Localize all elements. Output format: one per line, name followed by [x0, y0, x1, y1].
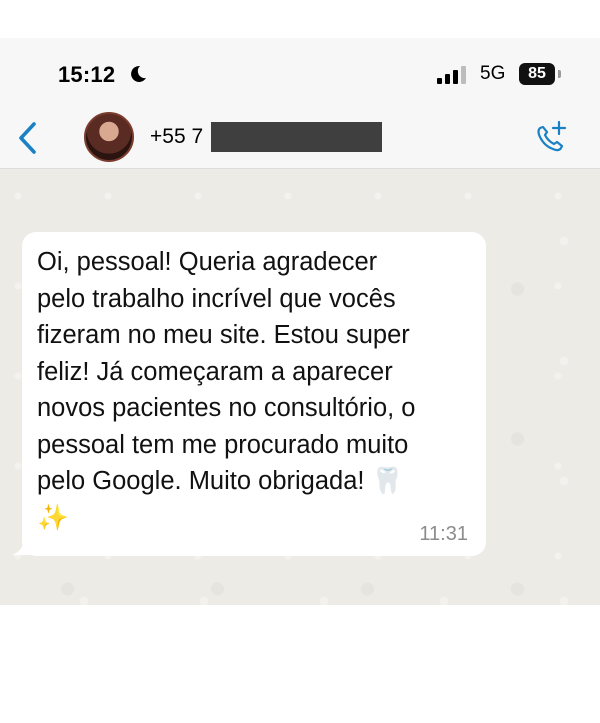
battery-indicator: 85 [519, 63, 555, 85]
avatar[interactable] [84, 112, 134, 162]
network-type: 5G [480, 63, 506, 84]
status-time: 15:12 [58, 62, 116, 87]
signal-icon [437, 66, 466, 84]
message-text: Oi, pessoal! Queria agradecer pelo traba… [37, 248, 416, 532]
moon-icon [131, 65, 146, 82]
status-bar: 15:12 5G 85 [0, 38, 600, 110]
phone-screen: 15:12 5G 85 +55 7 Oi, pessoal! Queria ag… [0, 38, 600, 605]
contact-name[interactable]: +55 7 [150, 125, 203, 149]
chat-header: +55 7 [0, 110, 600, 169]
message-bubble[interactable]: Oi, pessoal! Queria agradecer pelo traba… [22, 232, 486, 556]
chat-area: Oi, pessoal! Queria agradecer pelo traba… [0, 169, 600, 605]
redaction-bar [211, 122, 382, 152]
battery-tip [558, 70, 561, 78]
phone-add-icon[interactable] [530, 118, 570, 158]
back-chevron-icon[interactable] [14, 120, 42, 156]
message-timestamp: 11:31 [419, 523, 468, 545]
